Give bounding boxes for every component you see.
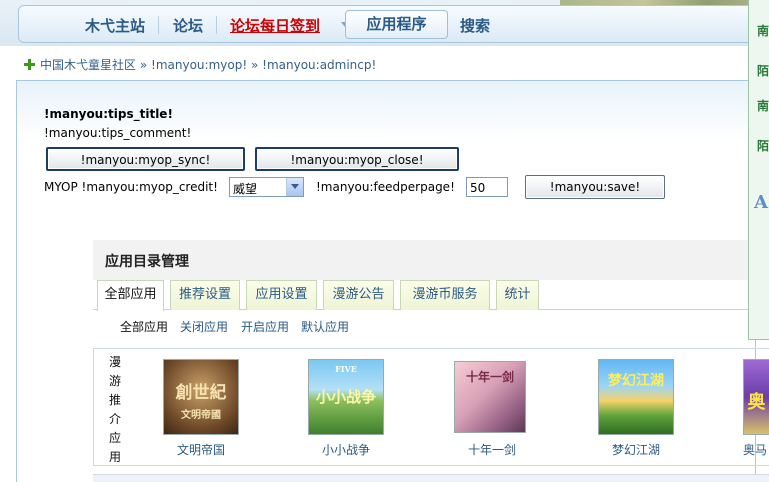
floating-side-panel: 南 陌 南 陌 A: [748, 0, 769, 340]
side-panel-item[interactable]: 南: [757, 97, 769, 114]
breadcrumb-myop[interactable]: !manyou:myop!: [151, 58, 247, 72]
tab-roaming-currency[interactable]: 漫游币服务: [400, 280, 490, 310]
plus-icon: [24, 59, 35, 70]
panel-footer-bar: [93, 474, 769, 482]
subnav-enabled-apps[interactable]: 开启应用: [241, 318, 289, 335]
main-navbar: 木弋主站 论坛 论坛每日签到 应用程序 搜索: [18, 5, 769, 43]
app-name[interactable]: 文明帝国: [163, 441, 239, 458]
myop-close-button[interactable]: !manyou:myop_close!: [255, 147, 459, 171]
recommended-apps-label: 漫 游 推 介 应 用: [108, 355, 121, 464]
nav-item-search[interactable]: 搜索: [460, 15, 490, 36]
recommended-app-list: 漫 游 推 介 应 用 創世紀 文明帝國 文明帝国 FIVE 小小战争 小小战争…: [93, 348, 769, 466]
breadcrumb-admincp[interactable]: !manyou:admincp!: [262, 58, 376, 72]
side-panel-item[interactable]: 陌: [757, 62, 769, 79]
panel-header: 应用目录管理: [93, 240, 769, 280]
app-thumbnail[interactable]: 梦幻江湖: [598, 359, 674, 435]
subnav-all-apps[interactable]: 全部应用: [120, 318, 168, 335]
app-thumbnail[interactable]: FIVE 小小战争: [308, 359, 384, 435]
nav-item-main-site[interactable]: 木弋主站: [85, 15, 145, 36]
side-panel-item[interactable]: 陌: [757, 137, 769, 154]
feedperpage-input[interactable]: 50: [466, 177, 508, 197]
app-name[interactable]: 奥马: [743, 441, 769, 458]
credit-label: MYOP !manyou:myop_credit!: [44, 180, 218, 194]
nav-divider: [158, 16, 159, 34]
feedperpage-label: !manyou:feedperpage!: [316, 180, 455, 194]
app-name[interactable]: 小小战争: [308, 441, 384, 458]
breadcrumb-separator: »: [250, 58, 259, 72]
tab-roaming-announcements[interactable]: 漫游公告: [323, 280, 394, 310]
app-thumbnail[interactable]: 創世紀 文明帝國: [163, 359, 239, 435]
tab-recommend-settings[interactable]: 推荐设置: [170, 280, 240, 310]
app-thumbnail[interactable]: 十年一剑: [454, 361, 526, 433]
panel-title: 应用目录管理: [105, 254, 189, 270]
tips-comment: !manyou:tips_comment!: [44, 126, 192, 140]
tips-title: !manyou:tips_title!: [44, 107, 173, 121]
breadcrumb-home[interactable]: 中国木弋童星社区: [40, 58, 136, 72]
nav-item-apps-label: 应用程序: [366, 15, 427, 33]
app-name[interactable]: 梦幻江湖: [598, 441, 674, 458]
app-directory-panel: 应用目录管理 全部应用 推荐设置 应用设置 漫游公告 漫游币服务 统计 全部应用…: [93, 240, 769, 482]
tab-statistics[interactable]: 统计: [496, 280, 539, 310]
breadcrumb-separator: »: [139, 58, 148, 72]
chevron-down-icon[interactable]: [286, 178, 303, 196]
breadcrumb: 中国木弋童星社区 » !manyou:myop! » !manyou:admin…: [24, 56, 376, 73]
nav-item-forum[interactable]: 论坛: [173, 15, 203, 36]
side-panel-letter: A: [754, 192, 768, 213]
subnav-closed-apps[interactable]: 关闭应用: [180, 318, 228, 335]
nav-item-apps[interactable]: 应用程序: [345, 10, 448, 39]
credit-select-value: 威望: [233, 182, 258, 196]
nav-item-daily-signin[interactable]: 论坛每日签到: [230, 15, 320, 36]
save-button[interactable]: !manyou:save!: [525, 175, 665, 199]
credit-select[interactable]: 威望: [229, 177, 304, 197]
feedperpage-value: 50: [470, 181, 486, 195]
tab-all-apps[interactable]: 全部应用: [97, 280, 164, 311]
subnav-default-apps[interactable]: 默认应用: [301, 318, 349, 335]
app-name[interactable]: 十年一剑: [454, 441, 530, 458]
myop-sync-button[interactable]: !manyou:myop_sync!: [46, 147, 245, 171]
tab-app-settings[interactable]: 应用设置: [246, 280, 317, 310]
nav-divider: [216, 16, 217, 34]
side-panel-item[interactable]: 南: [757, 22, 769, 39]
tab-bar: 全部应用 推荐设置 应用设置 漫游公告 漫游币服务 统计: [93, 280, 769, 311]
app-thumbnail[interactable]: 奥: [743, 359, 769, 435]
